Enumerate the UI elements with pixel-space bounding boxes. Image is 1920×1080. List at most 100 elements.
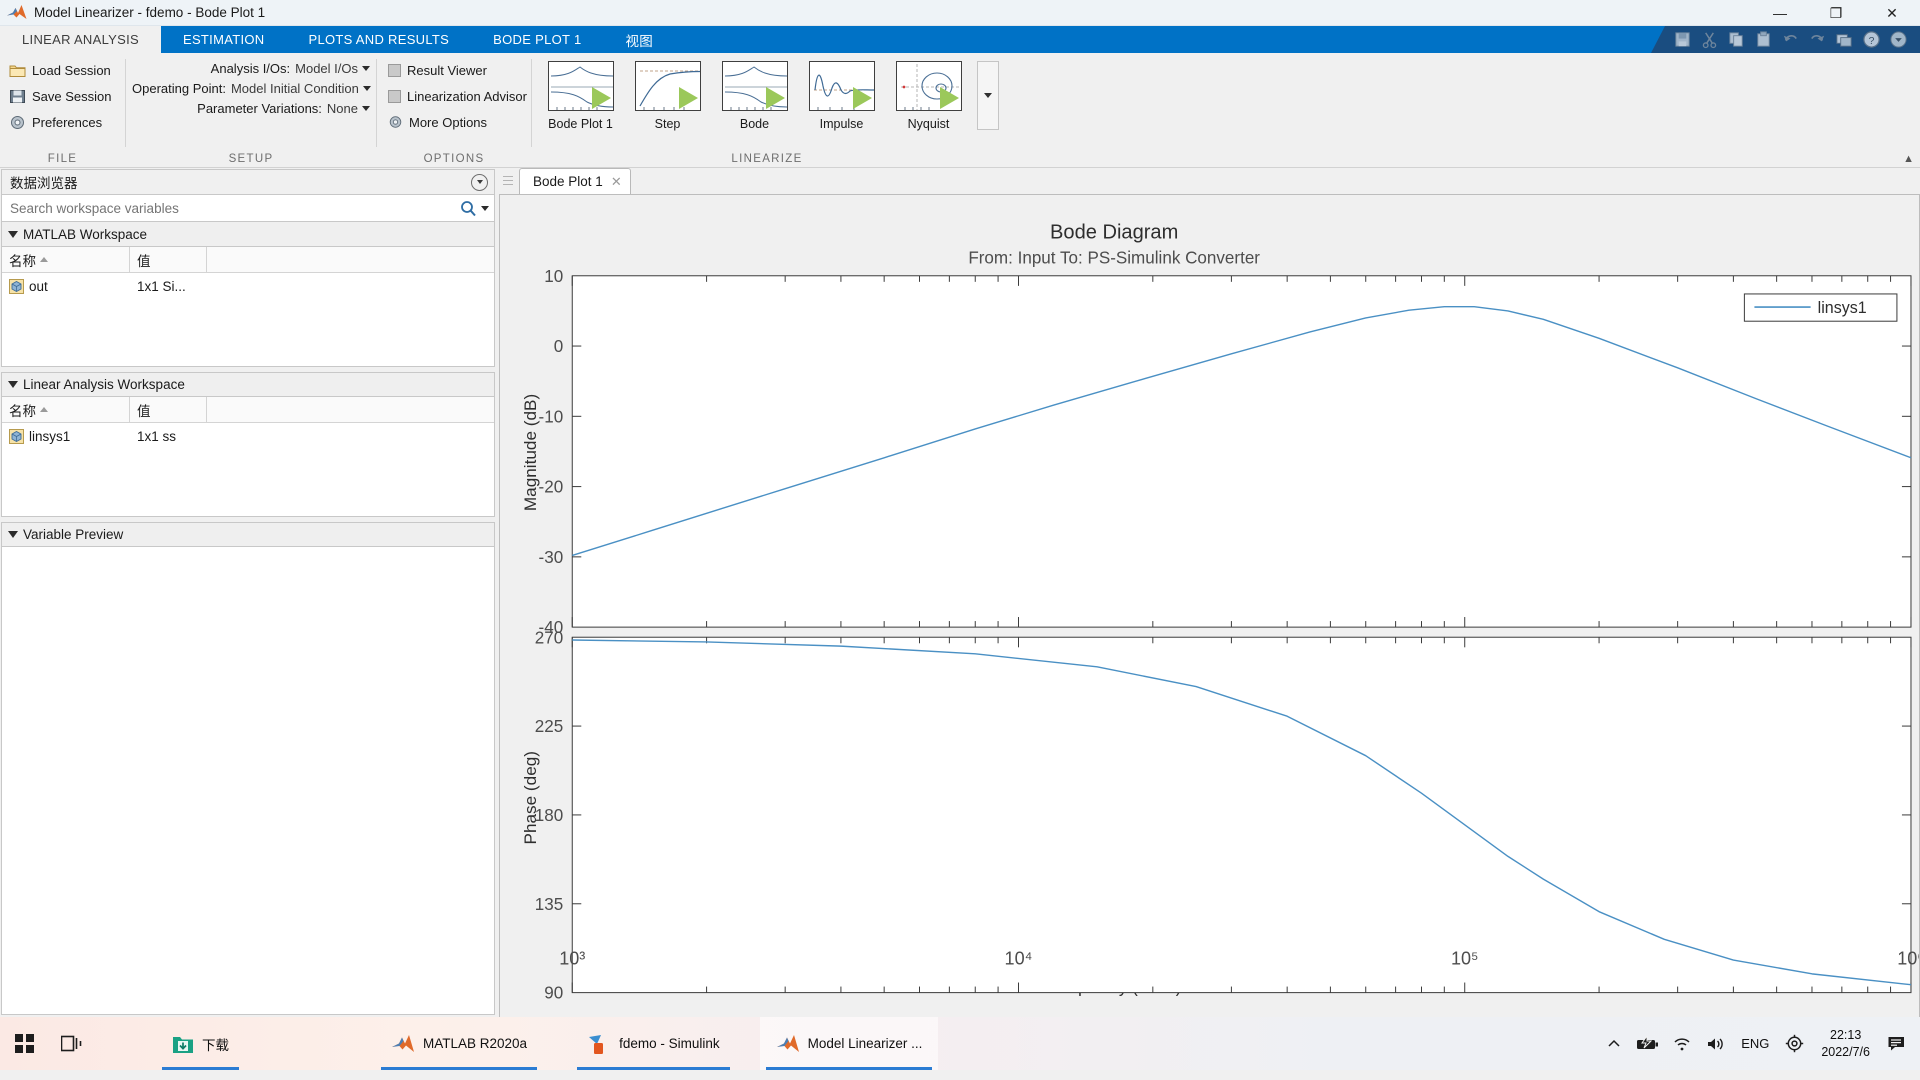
search-options-chevron-icon[interactable]: [481, 205, 489, 211]
svg-text:10⁶: 10⁶: [1897, 948, 1919, 968]
panel-options-button[interactable]: [471, 173, 488, 191]
simulink-icon: [589, 1034, 604, 1054]
tab-estimation[interactable]: ESTIMATION: [161, 26, 286, 53]
collapse-ribbon-button[interactable]: ▲: [1903, 153, 1914, 165]
linearization-advisor-button[interactable]: Linearization Advisor: [385, 85, 530, 107]
section-header-matlab-workspace[interactable]: MATLAB Workspace: [1, 222, 495, 247]
taskbar-app-model-linearizer[interactable]: Model Linearizer ...: [759, 1017, 939, 1070]
save-icon[interactable]: [1672, 30, 1693, 49]
notifications-button[interactable]: [1880, 1017, 1914, 1070]
tab-linear-analysis[interactable]: LINEAR ANALYSIS: [0, 26, 161, 53]
analysis-ios-dropdown[interactable]: Model I/Os: [295, 61, 370, 76]
title-bar: Model Linearizer - fdemo - Bode Plot 1 —…: [0, 0, 1920, 26]
column-header-value[interactable]: 值: [130, 247, 207, 272]
clock[interactable]: 22:13 2022/7/6: [1811, 1027, 1880, 1061]
redo-icon[interactable]: [1807, 30, 1828, 49]
linearize-impulse-label: Impulse: [819, 117, 864, 131]
phase-axis-label: Phase (deg): [521, 751, 540, 845]
sort-ascending-icon: [40, 407, 48, 412]
start-button[interactable]: [0, 1017, 48, 1070]
paste-icon[interactable]: [1753, 30, 1774, 49]
parameter-variations-dropdown[interactable]: None: [327, 101, 370, 116]
undo-icon[interactable]: [1780, 30, 1801, 49]
bode-diagram[interactable]: Bode Diagram From: Input To: PS-Simulink…: [500, 195, 1920, 1021]
section-header-linear-analysis-workspace[interactable]: Linear Analysis Workspace: [1, 372, 495, 397]
downloads-icon: [173, 1036, 193, 1053]
variable-value-cell: 1x1 Si...: [137, 279, 186, 294]
data-browser-panel: 数据浏览器 MATLAB Workspace 名称 值 out: [0, 168, 497, 1017]
result-viewer-button[interactable]: Result Viewer: [385, 59, 490, 81]
quick-access-toolbar: ?: [1651, 26, 1920, 53]
close-button[interactable]: ✕: [1864, 0, 1920, 26]
linearize-nyquist-button[interactable]: Nyquist: [886, 57, 971, 131]
document-tab-label: Bode Plot 1: [533, 174, 603, 189]
section-header-variable-preview[interactable]: Variable Preview: [1, 522, 495, 547]
workspace-search-bar[interactable]: [1, 195, 495, 222]
taskbar-app-matlab[interactable]: MATLAB R2020a: [375, 1017, 543, 1070]
more-icon[interactable]: [1888, 30, 1909, 49]
ime-settings-button[interactable]: [1777, 1017, 1811, 1070]
task-view-button[interactable]: [48, 1017, 96, 1070]
maximize-button[interactable]: ❐: [1808, 0, 1864, 26]
operating-point-dropdown[interactable]: Model Initial Condition: [231, 81, 371, 96]
save-session-label: Save Session: [32, 89, 112, 104]
linearize-bode-plot-1-button[interactable]: Bode Plot 1: [538, 57, 623, 131]
chevron-down-icon: [8, 230, 18, 238]
help-icon[interactable]: ?: [1861, 30, 1882, 49]
ribbon-group-linearize: Bode Plot 1 Step Bode Impulse Nyquist LI…: [532, 53, 1002, 168]
more-options-button[interactable]: More Options: [385, 111, 490, 133]
volume-button[interactable]: [1699, 1017, 1733, 1070]
search-icon[interactable]: [460, 200, 477, 217]
tab-view[interactable]: 视图: [603, 26, 675, 53]
bode-plot-canvas[interactable]: Bode Diagram From: Input To: PS-Simulink…: [499, 194, 1920, 1022]
panel-drag-handle[interactable]: [503, 169, 513, 191]
tab-bode-plot-1[interactable]: BODE PLOT 1: [471, 26, 603, 53]
more-plots-button[interactable]: [977, 61, 999, 130]
svg-text:180: 180: [535, 806, 563, 825]
table-header: 名称 值: [2, 397, 494, 423]
app-running-indicator: [381, 1067, 538, 1070]
column-header-blank[interactable]: [207, 247, 494, 272]
table-row[interactable]: out 1x1 Si...: [2, 273, 494, 300]
taskbar-app-downloads[interactable]: 下载: [156, 1017, 245, 1070]
copy-icon[interactable]: [1726, 30, 1747, 49]
linearize-step-button[interactable]: Step: [625, 57, 710, 131]
column-header-name[interactable]: 名称: [2, 397, 130, 422]
table-row[interactable]: linsys1 1x1 ss: [2, 423, 494, 450]
layout-icon[interactable]: [1834, 30, 1855, 49]
network-button[interactable]: [1665, 1017, 1699, 1070]
document-area: Bode Plot 1 ✕ Bode Diagram From: Input T…: [497, 168, 1920, 1037]
step-thumb-icon: [634, 61, 701, 111]
document-tab-bode-plot-1[interactable]: Bode Plot 1 ✕: [519, 168, 631, 194]
taskbar-app-simulink[interactable]: fdemo - Simulink: [571, 1017, 736, 1070]
preferences-button[interactable]: Preferences: [6, 111, 105, 134]
chevron-up-icon: [1608, 1039, 1620, 1047]
section-title-variable-preview: Variable Preview: [23, 527, 124, 542]
search-input[interactable]: [10, 200, 456, 216]
matlab-workspace-table[interactable]: 名称 值 out 1x1 Si...: [1, 247, 495, 367]
linearize-bode-button[interactable]: Bode: [712, 57, 797, 131]
battery-button[interactable]: [1631, 1017, 1665, 1070]
column-header-value[interactable]: 值: [130, 397, 207, 422]
column-header-name[interactable]: 名称: [2, 247, 130, 272]
cut-icon[interactable]: [1699, 30, 1720, 49]
svg-text:10⁵: 10⁵: [1451, 948, 1479, 968]
tab-plots-and-results[interactable]: PLOTS AND RESULTS: [286, 26, 471, 53]
column-header-blank[interactable]: [207, 397, 494, 422]
app-running-indicator: [577, 1067, 730, 1070]
window-icon: [388, 89, 401, 103]
save-session-button[interactable]: Save Session: [6, 85, 115, 108]
operating-point-row: Operating Point: Model Initial Condition: [132, 81, 371, 96]
task-view-icon: [61, 1035, 82, 1052]
language-indicator[interactable]: ENG: [1733, 1017, 1777, 1070]
load-session-button[interactable]: Load Session: [6, 59, 114, 82]
show-hidden-icons-button[interactable]: [1597, 1017, 1631, 1070]
close-icon[interactable]: ✕: [611, 174, 622, 190]
chevron-down-icon: [8, 531, 18, 538]
linear-analysis-workspace-table[interactable]: 名称 值 linsys1 1x1 ss: [1, 397, 495, 517]
ribbon-group-file-label: FILE: [47, 153, 78, 165]
minimize-button[interactable]: —: [1752, 0, 1808, 26]
section-title-matlab-workspace: MATLAB Workspace: [23, 226, 148, 242]
operating-point-label: Operating Point:: [132, 81, 226, 96]
linearize-impulse-button[interactable]: Impulse: [799, 57, 884, 131]
